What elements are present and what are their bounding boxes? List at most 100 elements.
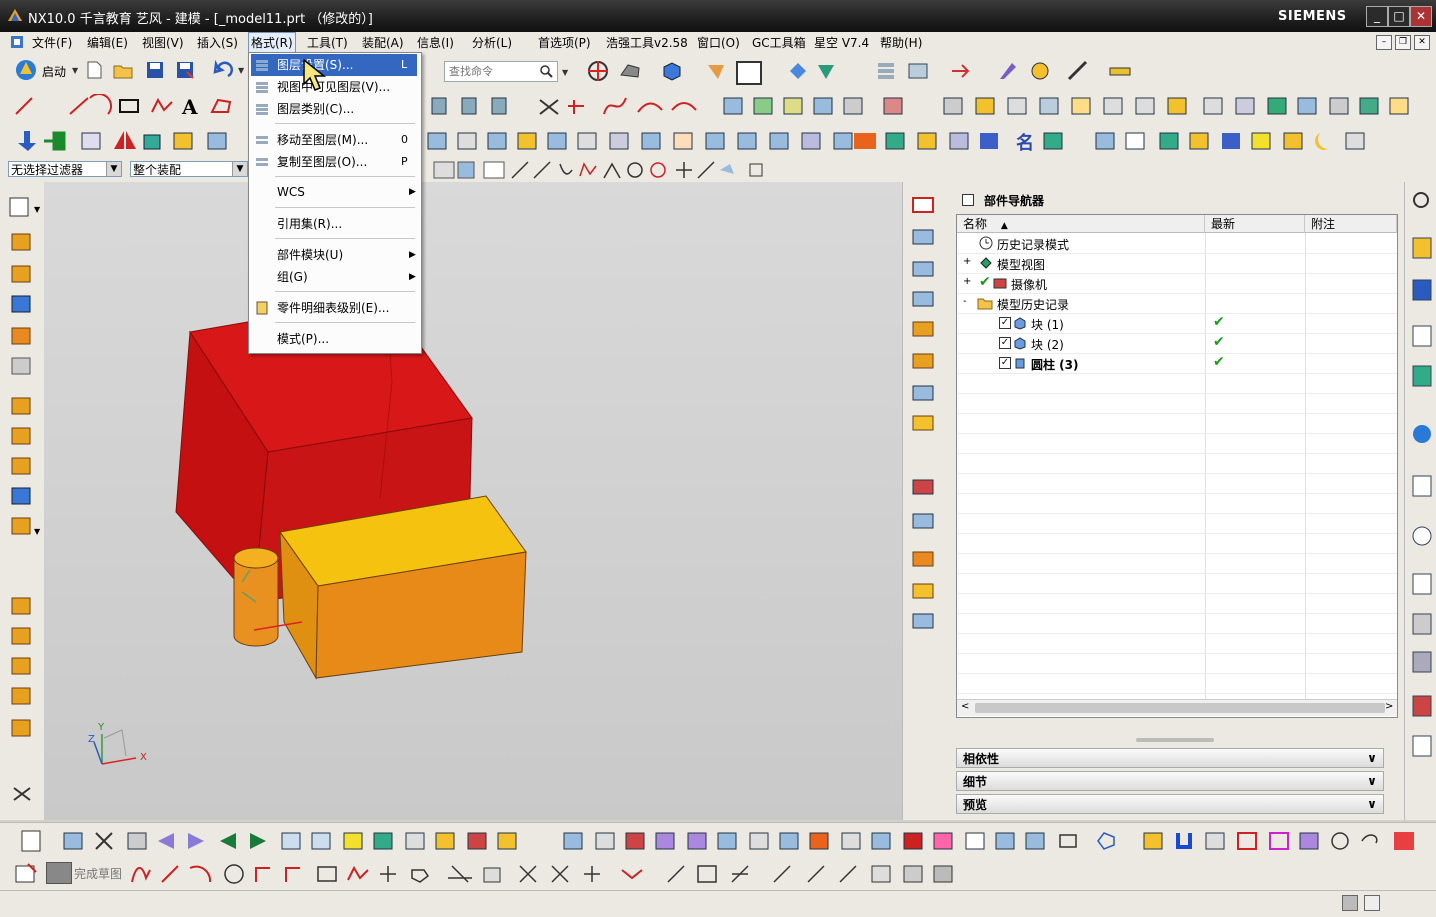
section-preview[interactable]: 预览 ∨: [956, 794, 1384, 814]
menu-haoqiang-tools[interactable]: 浩强工具v2.58: [604, 34, 690, 51]
scroll-right-icon[interactable]: >: [1385, 701, 1393, 712]
tree-row-cameras[interactable]: + ✔ 摄像机: [957, 273, 1397, 294]
new-file-icon[interactable]: [84, 60, 104, 80]
menu-item-layer-settings[interactable]: 图层设置(S)... L: [251, 54, 417, 76]
maximize-button[interactable]: □: [1388, 6, 1410, 27]
section-details[interactable]: 细节 ∨: [956, 771, 1384, 791]
minimize-button[interactable]: _: [1366, 6, 1388, 27]
ruler-icon[interactable]: [1108, 59, 1132, 83]
sketch-curve-icons[interactable]: [128, 862, 988, 886]
app-menu-icon[interactable]: [10, 35, 24, 49]
graphics-window[interactable]: X Y Z: [44, 182, 902, 820]
chevron-down-icon[interactable]: ∨: [1364, 796, 1380, 812]
navigator-pin-icon[interactable]: [962, 194, 974, 206]
save-as-icon[interactable]: [175, 60, 195, 80]
expand-toggle[interactable]: +: [963, 276, 971, 287]
selection-filter-dropdown[interactable]: 无选择过滤器 ▼: [8, 161, 122, 177]
menu-tools[interactable]: 工具(T): [305, 34, 350, 51]
snap-point-icons[interactable]: [432, 160, 772, 180]
start-button[interactable]: 启动: [42, 63, 66, 80]
feature-tools-icons[interactable]: [428, 94, 1436, 118]
undo-icon[interactable]: [212, 60, 234, 80]
horizontal-scrollbar[interactable]: < >: [957, 699, 1397, 716]
edit-object-display-icon[interactable]: [996, 59, 1020, 83]
menu-window[interactable]: 窗口(O): [695, 34, 742, 51]
render-style-icon[interactable]: [660, 59, 684, 83]
tree-row-block-2[interactable]: ✓ 块 (2) ✔: [957, 333, 1397, 354]
column-notes-header[interactable]: 附注: [1305, 215, 1397, 233]
tree-row-model-views[interactable]: + 模型视图: [957, 253, 1397, 274]
command-search-input[interactable]: [447, 62, 539, 80]
menu-help[interactable]: 帮助(H): [878, 34, 924, 51]
doc-restore-button[interactable]: ❐: [1395, 35, 1411, 50]
shaded-edges-icon[interactable]: [618, 59, 642, 83]
command-search[interactable]: [444, 61, 558, 82]
menu-item-layer-category[interactable]: 图层类别(C)...: [251, 98, 417, 120]
menu-xingkong[interactable]: 星空 V7.4: [812, 34, 871, 51]
background-color-icon[interactable]: [736, 61, 762, 85]
column-name-header[interactable]: 名称 ▲: [957, 215, 1205, 233]
menu-item-move-to-layer[interactable]: 移动至图层(M)... 0: [251, 129, 417, 151]
custom-tools-right-icons[interactable]: 名: [424, 129, 1384, 153]
measure-icon[interactable]: [1066, 59, 1090, 83]
scroll-left-icon[interactable]: <: [961, 701, 969, 712]
orient-view-icon[interactable]: [704, 59, 728, 83]
menu-edit[interactable]: 编辑(E): [85, 34, 130, 51]
finish-sketch-icon[interactable]: [46, 862, 72, 884]
search-icon[interactable]: [539, 64, 553, 78]
menu-information[interactable]: 信息(I): [415, 34, 456, 51]
move-layer-toolbar-icon[interactable]: [948, 59, 972, 83]
menu-item-mode[interactable]: 模式(P)...: [251, 328, 417, 350]
left-feature-icons[interactable]: ▼ ▼: [8, 194, 42, 814]
save-icon[interactable]: [145, 60, 165, 80]
menu-file[interactable]: 文件(F): [30, 34, 74, 51]
tree-row-history-mode[interactable]: 历史记录模式: [957, 233, 1397, 254]
finish-sketch-button[interactable]: 完成草图: [74, 865, 122, 882]
chevron-down-icon[interactable]: ∨: [1364, 750, 1380, 766]
expand-toggle[interactable]: +: [963, 256, 971, 267]
feature-checkbox[interactable]: ✓: [999, 337, 1011, 349]
menu-item-copy-to-layer[interactable]: 复制至图层(O)... P: [251, 151, 417, 173]
close-button[interactable]: ✕: [1410, 6, 1432, 27]
feature-checkbox[interactable]: ✓: [999, 317, 1011, 329]
feature-checkbox[interactable]: ✓: [999, 357, 1011, 369]
menu-assemblies[interactable]: 装配(A): [360, 34, 406, 51]
doc-minimize-button[interactable]: –: [1376, 35, 1392, 50]
column-latest-header[interactable]: 最新: [1205, 215, 1305, 233]
menu-format[interactable]: 格式(R): [248, 32, 296, 53]
bottom-tools-icons[interactable]: [8, 829, 1428, 853]
open-file-icon[interactable]: [112, 60, 134, 80]
sketch-icon[interactable]: [14, 862, 40, 886]
clipping-icon[interactable]: [814, 59, 838, 83]
view-section-icon[interactable]: [786, 59, 810, 83]
tree-row-cylinder-3[interactable]: ✓ 圆柱 (3) ✔: [957, 353, 1397, 374]
fit-icon[interactable]: [1364, 895, 1380, 911]
menu-item-visible-layers[interactable]: 视图中可见图层(V)...: [251, 76, 417, 98]
menu-item-parts-list-levels[interactable]: 零件明细表级别(E)...: [251, 297, 417, 319]
panel-splitter[interactable]: [1136, 738, 1214, 742]
tree-row-model-history[interactable]: - 模型历史记录: [957, 293, 1397, 314]
chevron-down-icon[interactable]: ∨: [1364, 773, 1380, 789]
menu-insert[interactable]: 插入(S): [195, 34, 240, 51]
show-hide-icon[interactable]: [1028, 59, 1052, 83]
menu-item-group[interactable]: 组(G) ▶: [251, 266, 417, 288]
menu-gc-toolkit[interactable]: GC工具箱: [750, 34, 808, 51]
menu-item-reference-sets[interactable]: 引用集(R)...: [251, 213, 417, 235]
menu-analysis[interactable]: 分析(L): [470, 34, 514, 51]
collapse-toggle[interactable]: -: [963, 296, 967, 307]
menu-item-wcs[interactable]: WCS ▶: [251, 181, 417, 203]
full-screen-icon[interactable]: [1342, 895, 1358, 911]
tree-row-block-1[interactable]: ✓ 块 (1) ✔: [957, 313, 1397, 334]
layer-settings-toolbar-icon[interactable]: [874, 59, 898, 83]
menu-view[interactable]: 视图(V): [140, 34, 186, 51]
menu-preferences[interactable]: 首选项(P): [536, 34, 593, 51]
custom-tools-left-icons[interactable]: [14, 129, 250, 153]
right-tool-icons[interactable]: [909, 190, 943, 660]
doc-close-button[interactable]: ✕: [1414, 35, 1430, 50]
scrollbar-thumb[interactable]: [975, 703, 1385, 713]
scope-dropdown[interactable]: 整个装配 ▼: [130, 161, 248, 177]
resource-bar-icons[interactable]: [1411, 190, 1433, 780]
snap-view-icon[interactable]: [586, 59, 610, 83]
section-dependencies[interactable]: 相依性 ∨: [956, 748, 1384, 768]
start-icon[interactable]: [14, 58, 38, 82]
